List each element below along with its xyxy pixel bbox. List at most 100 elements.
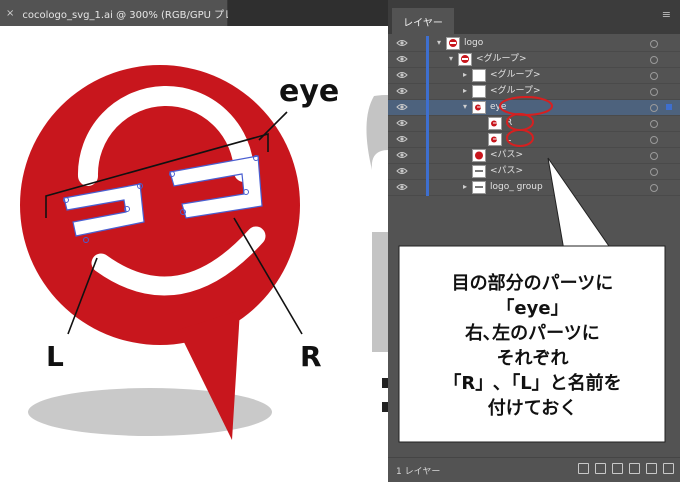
layer-row[interactable]: ▾ eye (388, 100, 680, 116)
layer-row[interactable]: ▾ logo (388, 36, 680, 52)
chevron-right-icon[interactable]: ▸ (460, 86, 470, 96)
panel-menu-icon[interactable]: ≡ (662, 8, 672, 21)
logo-shadow (28, 388, 272, 436)
layer-name: <グループ> (490, 86, 541, 96)
layer-name: logo (464, 38, 484, 48)
layer-list: ▾ logo ▾ <グループ> ▸ <グループ> ▸ <グループ> ▾ eye R L <パス> <パス>… (388, 36, 680, 196)
visibility-eye-icon[interactable] (396, 182, 408, 192)
document-tab[interactable]: × cocologo_svg_1.ai @ 300% (RGB/GPU プレビュ… (0, 0, 268, 26)
layer-thumbnail (472, 85, 486, 98)
visibility-eye-icon[interactable] (396, 166, 408, 176)
visibility-eye-icon[interactable] (396, 86, 408, 96)
visibility-eye-icon[interactable] (396, 38, 408, 48)
visibility-eye-icon[interactable] (396, 150, 408, 160)
layer-thumbnail (446, 37, 460, 50)
layer-name: <パス> (490, 166, 524, 176)
callout-line: 付けておく (487, 398, 578, 419)
visibility-eye-icon[interactable] (396, 118, 408, 128)
tab-bar-background (228, 0, 388, 26)
layer-thumbnail (488, 133, 502, 146)
layer-thumbnail (472, 101, 486, 114)
layer-row[interactable]: <パス> (388, 148, 680, 164)
visibility-eye-icon[interactable] (396, 102, 408, 112)
callout-line: 右､左のパーツに (465, 323, 600, 344)
close-icon[interactable]: × (6, 8, 14, 19)
layer-thumbnail (458, 53, 472, 66)
layer-color-bar (426, 68, 429, 84)
trash-icon[interactable] (663, 463, 674, 474)
layer-row[interactable]: R (388, 116, 680, 132)
export-icon[interactable] (578, 463, 589, 474)
search-icon[interactable] (595, 463, 606, 474)
layer-color-bar (426, 132, 429, 148)
target-icon[interactable] (650, 184, 658, 192)
target-icon[interactable] (650, 56, 658, 64)
lock-toggle[interactable] (412, 116, 426, 131)
visibility-eye-icon[interactable] (396, 54, 408, 64)
selection-indicator (666, 104, 672, 110)
right-annotation-label: R (300, 340, 322, 373)
target-icon[interactable] (650, 104, 658, 112)
callout-line: 目の部分のパーツに (451, 273, 614, 294)
layer-name: <グループ> (490, 70, 541, 80)
target-icon[interactable] (650, 72, 658, 80)
panel-footer: 1 レイヤー (388, 457, 680, 482)
new-sublayer-icon[interactable] (629, 463, 640, 474)
layer-name: L (506, 134, 512, 144)
visibility-eye-icon[interactable] (396, 70, 408, 80)
panel-header: レイヤー ≡ (388, 0, 680, 34)
layer-color-bar (426, 100, 429, 116)
layer-color-bar (426, 116, 429, 132)
layer-row[interactable]: L (388, 132, 680, 148)
lock-toggle[interactable] (412, 180, 426, 195)
layer-name: <パス> (490, 150, 524, 160)
lock-toggle[interactable] (412, 84, 426, 99)
layer-thumbnail (472, 69, 486, 82)
background-logo-fragment (366, 94, 388, 170)
layer-color-bar (426, 84, 429, 100)
layer-count: 1 レイヤー (396, 467, 441, 477)
chevron-down-icon[interactable]: ▾ (446, 54, 456, 64)
layer-name: eye (490, 102, 507, 112)
layer-row[interactable]: <パス> (388, 164, 680, 180)
layer-row[interactable]: ▸ <グループ> (388, 68, 680, 84)
lock-toggle[interactable] (412, 36, 426, 51)
layer-row[interactable]: ▸ <グループ> (388, 84, 680, 100)
target-icon[interactable] (650, 88, 658, 96)
background-logo-bar (372, 232, 388, 352)
layer-thumbnail (472, 149, 486, 162)
lock-toggle[interactable] (412, 100, 426, 115)
callout-line: それぞれ (496, 348, 569, 369)
callout-line: 「R」､「L」と名前を (443, 373, 622, 394)
new-layer-icon[interactable] (646, 463, 657, 474)
layer-color-bar (426, 52, 429, 68)
target-icon[interactable] (650, 168, 658, 176)
target-icon[interactable] (650, 136, 658, 144)
lock-toggle[interactable] (412, 132, 426, 147)
chevron-down-icon[interactable]: ▾ (434, 38, 444, 48)
lock-toggle[interactable] (412, 164, 426, 179)
lock-toggle[interactable] (412, 68, 426, 83)
layer-color-bar (426, 36, 429, 52)
layer-name: logo_ group (490, 182, 543, 192)
layer-row[interactable]: ▸ logo_ group (388, 180, 680, 196)
target-icon[interactable] (650, 40, 658, 48)
eye-annotation-label: eye (279, 74, 340, 109)
target-icon[interactable] (650, 152, 658, 160)
clipping-mask-icon[interactable] (612, 463, 623, 474)
lock-toggle[interactable] (412, 148, 426, 163)
layer-thumbnail (472, 181, 486, 194)
visibility-eye-icon[interactable] (396, 134, 408, 144)
layer-thumbnail (488, 117, 502, 130)
layer-color-bar (426, 148, 429, 164)
layer-name: R (506, 118, 513, 128)
chevron-down-icon[interactable]: ▾ (460, 102, 470, 112)
tab-layers[interactable]: レイヤー (392, 8, 454, 34)
chevron-right-icon[interactable]: ▸ (460, 70, 470, 80)
chevron-right-icon[interactable]: ▸ (460, 182, 470, 192)
layer-color-bar (426, 164, 429, 180)
layer-row[interactable]: ▾ <グループ> (388, 52, 680, 68)
target-icon[interactable] (650, 120, 658, 128)
lock-toggle[interactable] (412, 52, 426, 67)
callout-text: 目の部分のパーツに 「eye」 右､左のパーツに それぞれ 「R」､「L」と名前を 付けて… (405, 252, 660, 440)
